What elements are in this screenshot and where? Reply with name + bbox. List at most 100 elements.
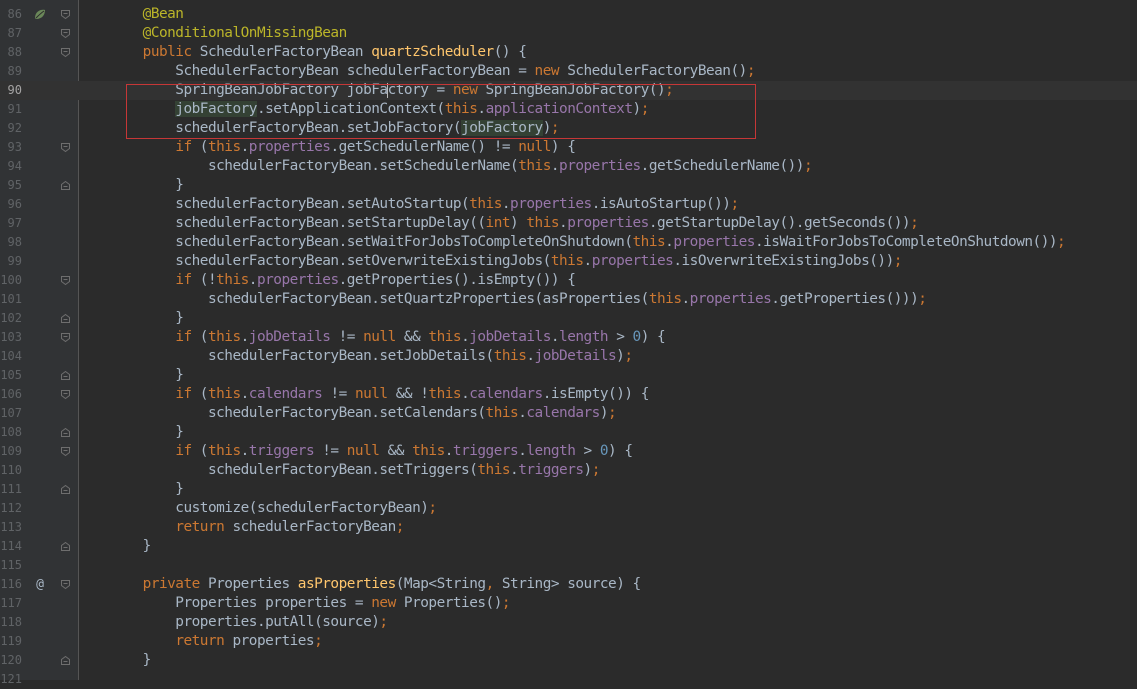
code-text[interactable]: }	[110, 480, 184, 499]
code-text[interactable]: schedulerFactoryBean.setWaitForJobsToCom…	[110, 233, 1065, 252]
gutter-cell[interactable]: 112	[0, 499, 78, 518]
fold-end-icon[interactable]	[60, 427, 71, 438]
code-line[interactable]: 93 if (this.properties.getSchedulerName(…	[0, 138, 1137, 157]
fold-end-icon[interactable]	[60, 655, 71, 666]
code-editor[interactable]: 86 @Bean 87 @ConditionalOnMissingBean 88 p…	[0, 0, 1137, 686]
code-text[interactable]: schedulerFactoryBean.setSchedulerName(th…	[110, 157, 813, 176]
code-text[interactable]: return properties;	[110, 632, 322, 651]
fold-expand-icon[interactable]	[60, 332, 71, 343]
code-line[interactable]: 88 public SchedulerFactoryBean quartzSch…	[0, 43, 1137, 62]
code-text[interactable]: if (this.jobDetails != null && this.jobD…	[110, 328, 665, 347]
gutter-cell[interactable]: 111	[0, 480, 78, 499]
code-text[interactable]: private Properties asProperties(Map<Stri…	[110, 575, 642, 594]
gutter-cell[interactable]: 110	[0, 461, 78, 480]
code-text[interactable]: }	[110, 537, 152, 556]
code-line[interactable]: 89 SchedulerFactoryBean schedulerFactory…	[0, 62, 1137, 81]
code-line[interactable]: 97 schedulerFactoryBean.setStartupDelay(…	[0, 214, 1137, 233]
code-text[interactable]: if (this.properties.getSchedulerName() !…	[110, 138, 576, 157]
code-text[interactable]: schedulerFactoryBean.setStartupDelay((in…	[110, 214, 918, 233]
gutter-cell[interactable]: 102	[0, 309, 78, 328]
code-text[interactable]: if (this.calendars != null && !this.cale…	[110, 385, 649, 404]
code-line[interactable]: 118 properties.putAll(source);	[0, 613, 1137, 632]
code-text[interactable]: }	[110, 309, 184, 328]
gutter-cell[interactable]: 107	[0, 404, 78, 423]
code-line[interactable]: 120 }	[0, 651, 1137, 670]
fold-end-icon[interactable]	[60, 180, 71, 191]
gutter-cell[interactable]: 104	[0, 347, 78, 366]
code-line[interactable]: 105 }	[0, 366, 1137, 385]
fold-end-icon[interactable]	[60, 313, 71, 324]
code-text[interactable]: if (this.triggers != null && this.trigge…	[110, 442, 633, 461]
code-line[interactable]: 116 @ private Properties asProperties(Map…	[0, 575, 1137, 594]
code-text[interactable]: }	[110, 423, 184, 442]
code-text[interactable]: Properties properties = new Properties()…	[110, 594, 510, 613]
code-text[interactable]: public SchedulerFactoryBean quartzSchedu…	[110, 43, 527, 62]
fold-expand-icon[interactable]	[60, 28, 71, 39]
code-line[interactable]: 98 schedulerFactoryBean.setWaitForJobsTo…	[0, 233, 1137, 252]
code-text[interactable]: @Bean	[110, 5, 184, 24]
code-text[interactable]: schedulerFactoryBean.setTriggers(this.tr…	[110, 461, 600, 480]
gutter-cell[interactable]: 116 @	[0, 575, 78, 594]
gutter-cell[interactable]: 91	[0, 100, 78, 119]
code-text[interactable]: schedulerFactoryBean.setCalendars(this.c…	[110, 404, 617, 423]
code-text[interactable]: schedulerFactoryBean.setAutoStartup(this…	[110, 195, 739, 214]
gutter-cell[interactable]: 119	[0, 632, 78, 651]
fold-end-icon[interactable]	[60, 484, 71, 495]
code-line[interactable]: 102 }	[0, 309, 1137, 328]
gutter-cell[interactable]: 108	[0, 423, 78, 442]
code-text[interactable]: jobFactory.setApplicationContext(this.ap…	[110, 100, 649, 119]
bean-icon[interactable]	[31, 6, 49, 23]
fold-end-icon[interactable]	[60, 370, 71, 381]
code-text[interactable]: schedulerFactoryBean.setJobDetails(this.…	[110, 347, 633, 366]
gutter-cell[interactable]: 113	[0, 518, 78, 537]
code-line[interactable]: 86 @Bean	[0, 5, 1137, 24]
code-line[interactable]: 96 schedulerFactoryBean.setAutoStartup(t…	[0, 195, 1137, 214]
fold-expand-icon[interactable]	[60, 9, 71, 20]
gutter-cell[interactable]: 100	[0, 271, 78, 290]
fold-expand-icon[interactable]	[60, 446, 71, 457]
gutter-cell[interactable]: 94	[0, 157, 78, 176]
gutter-cell[interactable]: 101	[0, 290, 78, 309]
gutter-cell[interactable]: 105	[0, 366, 78, 385]
code-line[interactable]: 109 if (this.triggers != null && this.tr…	[0, 442, 1137, 461]
gutter-cell[interactable]: 96	[0, 195, 78, 214]
code-line[interactable]: 104 schedulerFactoryBean.setJobDetails(t…	[0, 347, 1137, 366]
fold-end-icon[interactable]	[60, 541, 71, 552]
code-line[interactable]: 112 customize(schedulerFactoryBean);	[0, 499, 1137, 518]
code-line[interactable]: 87 @ConditionalOnMissingBean	[0, 24, 1137, 43]
code-line[interactable]: 110 schedulerFactoryBean.setTriggers(thi…	[0, 461, 1137, 480]
fold-expand-icon[interactable]	[60, 47, 71, 58]
code-text[interactable]: schedulerFactoryBean.setQuartzProperties…	[110, 290, 927, 309]
gutter-cell[interactable]: 99	[0, 252, 78, 271]
code-text[interactable]: SchedulerFactoryBean schedulerFactoryBea…	[110, 62, 755, 81]
code-line[interactable]: 94 schedulerFactoryBean.setSchedulerName…	[0, 157, 1137, 176]
fold-expand-icon[interactable]	[60, 142, 71, 153]
code-line[interactable]: 115	[0, 556, 1137, 575]
gutter-cell[interactable]: 97	[0, 214, 78, 233]
code-line[interactable]: 113 return schedulerFactoryBean;	[0, 518, 1137, 537]
code-text[interactable]: schedulerFactoryBean.setOverwriteExistin…	[110, 252, 902, 271]
code-line[interactable]: 95 }	[0, 176, 1137, 195]
gutter-cell[interactable]: 92	[0, 119, 78, 138]
code-text[interactable]: }	[110, 176, 184, 195]
gutter-cell[interactable]: 86	[0, 5, 78, 24]
code-line[interactable]: 107 schedulerFactoryBean.setCalendars(th…	[0, 404, 1137, 423]
gutter-cell[interactable]: 114	[0, 537, 78, 556]
code-text[interactable]: @ConditionalOnMissingBean	[110, 24, 348, 43]
gutter-cell[interactable]: 117	[0, 594, 78, 613]
gutter-cell[interactable]: 120	[0, 651, 78, 670]
code-line[interactable]: 111 }	[0, 480, 1137, 499]
gutter-cell[interactable]: 95	[0, 176, 78, 195]
gutter-cell[interactable]: 115	[0, 556, 78, 575]
code-line[interactable]: 99 schedulerFactoryBean.setOverwriteExis…	[0, 252, 1137, 271]
code-line[interactable]: 119 return properties;	[0, 632, 1137, 651]
code-text[interactable]: schedulerFactoryBean.setJobFactory(jobFa…	[110, 119, 560, 138]
code-lines[interactable]: 86 @Bean 87 @ConditionalOnMissingBean 88 p…	[0, 5, 1137, 689]
code-line[interactable]: 117 Properties properties = new Properti…	[0, 594, 1137, 613]
gutter-cell[interactable]: 90	[0, 81, 78, 100]
gutter-cell[interactable]: 106	[0, 385, 78, 404]
gutter-cell[interactable]: 93	[0, 138, 78, 157]
code-text[interactable]: }	[110, 651, 152, 670]
code-text[interactable]: if (!this.properties.getProperties().isE…	[110, 271, 576, 290]
gutter-cell[interactable]: 109	[0, 442, 78, 461]
